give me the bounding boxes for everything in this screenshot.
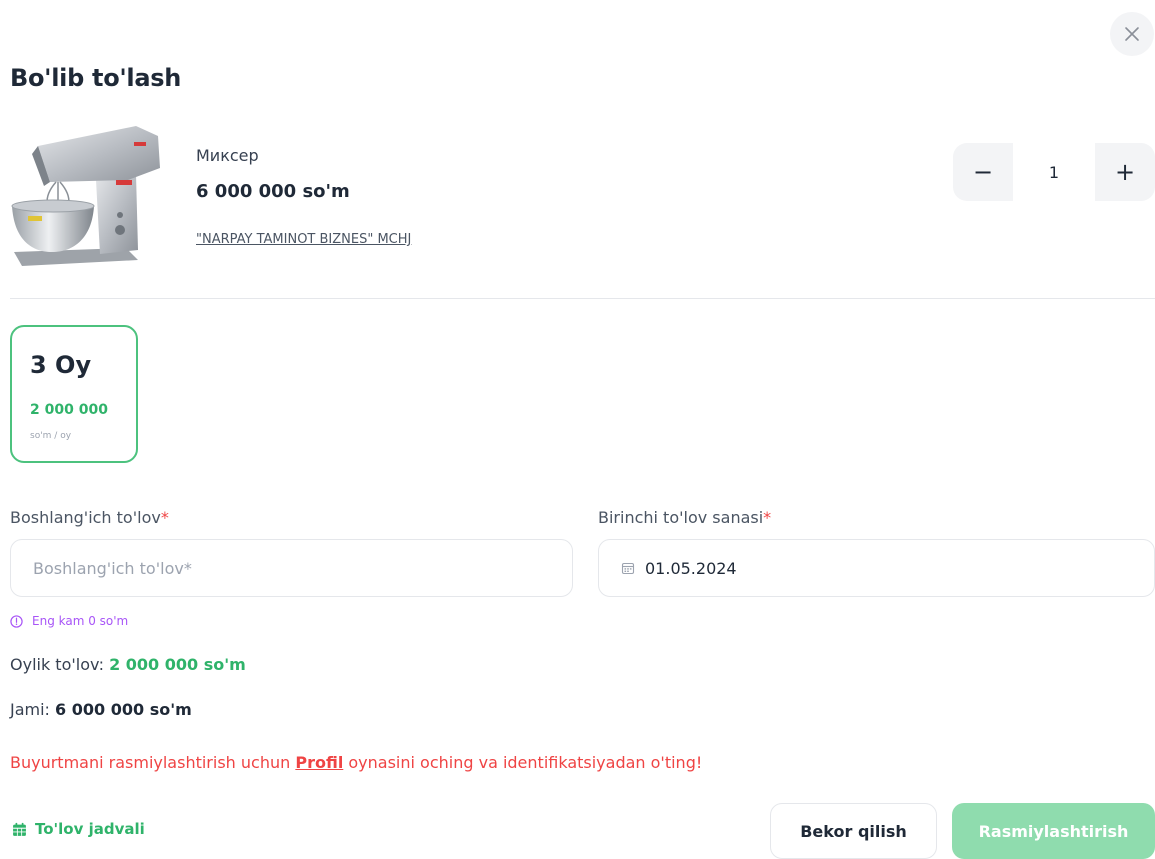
plus-icon: + [1114, 158, 1136, 186]
close-button[interactable] [1110, 12, 1154, 56]
hint-text: Eng kam 0 so'm [32, 614, 129, 628]
required-mark: * [160, 508, 169, 527]
payment-schedule-label: To'lov jadvali [35, 820, 145, 838]
profile-link[interactable]: Profil [295, 753, 343, 772]
identification-warning: Buyurtmani rasmiylashtirish uchun Profil… [10, 753, 702, 772]
calendar-icon [13, 822, 26, 836]
quantity-stepper: − 1 + [953, 143, 1155, 201]
seller-link[interactable]: "NARPAY TAMINOT BIZNES" MCHJ [196, 232, 411, 247]
warning-text-after: oynasini oching va identifikatsiyadan o'… [343, 753, 703, 772]
modal-title: Bo'lib to'lash [10, 64, 182, 92]
first-payment-date-label: Birinchi to'lov sanasi* [598, 508, 771, 527]
monthly-payment-label: Oylik to'lov: [10, 655, 104, 674]
first-payment-date-value: 01.05.2024 [645, 558, 737, 578]
close-icon [1125, 27, 1139, 41]
product-image [8, 120, 163, 275]
submit-order-button[interactable]: Rasmiylashtirish [952, 803, 1155, 859]
calendar-icon [621, 562, 635, 575]
plan-title: 3 Oy [30, 351, 92, 379]
warning-text-before: Buyurtmani rasmiylashtirish uchun [10, 753, 296, 772]
down-payment-label: Boshlang'ich to'lov* [10, 508, 169, 527]
product-name: Миксер [196, 146, 259, 165]
plan-amount: 2 000 000 [30, 402, 108, 418]
total-value: 6 000 000 so'm [55, 700, 192, 719]
quantity-value[interactable]: 1 [1013, 143, 1095, 201]
divider [10, 298, 1155, 299]
down-payment-hint: Eng kam 0 so'm [10, 614, 128, 628]
monthly-payment-summary: Oylik to'lov: 2 000 000 so'm [10, 655, 246, 674]
decrease-quantity-button[interactable]: − [953, 143, 1013, 201]
total-label: Jami: [10, 700, 50, 719]
minus-icon: − [972, 158, 994, 186]
first-payment-date-picker[interactable]: 01.05.2024 [598, 539, 1155, 597]
stand-mixer-image [11, 126, 160, 266]
down-payment-label-text: Boshlang'ich to'lov [10, 508, 161, 527]
first-payment-date-label-text: Birinchi to'lov sanasi [598, 508, 764, 527]
plan-option-3-months[interactable]: 3 Oy 2 000 000 so'm / oy [10, 325, 138, 463]
required-mark: * [763, 508, 772, 527]
down-payment-input[interactable] [10, 539, 573, 597]
monthly-payment-value: 2 000 000 so'm [109, 655, 246, 674]
payment-schedule-link[interactable]: To'lov jadvali [12, 820, 145, 838]
info-icon [10, 614, 23, 628]
plan-unit: so'm / oy [30, 431, 72, 441]
product-price: 6 000 000 so'm [196, 181, 350, 202]
cancel-button[interactable]: Bekor qilish [770, 803, 937, 859]
increase-quantity-button[interactable]: + [1095, 143, 1155, 201]
total-summary: Jami: 6 000 000 so'm [10, 700, 192, 719]
